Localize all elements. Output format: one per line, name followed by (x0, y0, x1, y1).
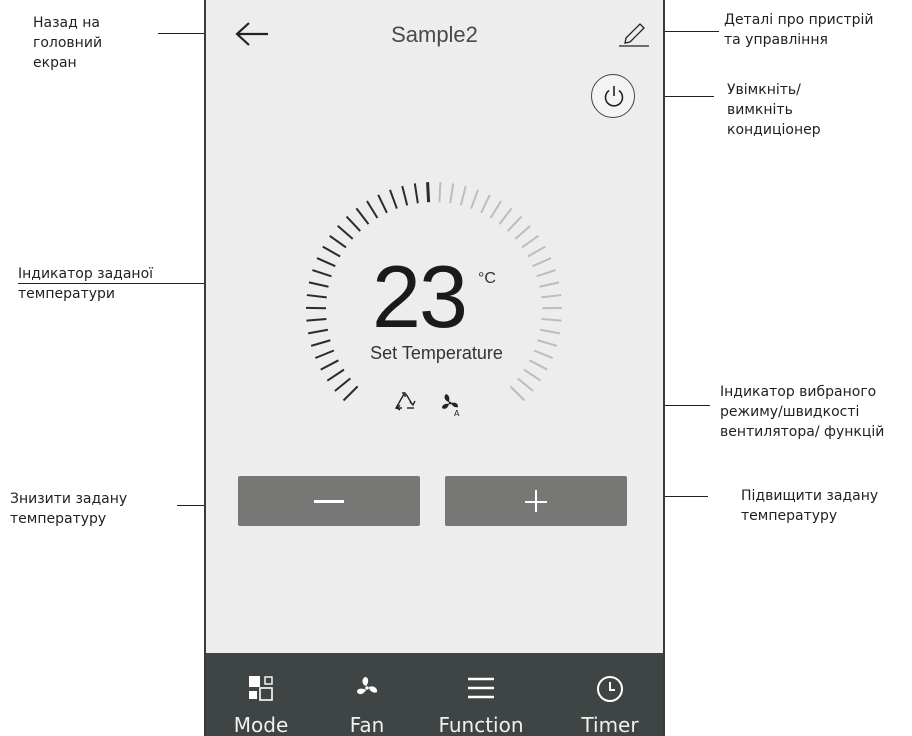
annotation-set-temp: Індикатор заданої температури (18, 266, 154, 302)
svg-text:A: A (454, 409, 460, 418)
dial-tick-inactive (470, 189, 479, 209)
dial-tick-inactive (498, 207, 513, 225)
clock-icon (597, 676, 623, 702)
dial-tick-active (307, 328, 329, 335)
annotation-power: Увімкніть/ вимкніть кондиціонер (727, 82, 821, 138)
dial-tick-inactive (449, 183, 455, 204)
dial-tick-inactive (438, 182, 442, 203)
dial-tick-inactive (532, 257, 552, 268)
tab-fan-label: Fan (349, 713, 385, 736)
dial-tick-inactive (521, 234, 539, 249)
tab-mode[interactable]: Mode (226, 653, 296, 736)
temperature-value: 23 (372, 247, 468, 346)
dial-tick-active (326, 368, 345, 382)
phone-screen: Sample2 23 °C Set Temperature A Mode Fan… (204, 0, 665, 736)
dial-tick-active (308, 281, 329, 288)
dial-tick-inactive (541, 318, 562, 322)
dial-tick-inactive (539, 281, 560, 288)
dial-tick-active (355, 207, 370, 225)
dial-tick-active (389, 189, 398, 209)
minus-icon (314, 500, 344, 503)
dial-tick-inactive (527, 245, 546, 258)
dial-tick-active (413, 183, 419, 204)
dial-tick-inactive (541, 294, 562, 299)
dial-tick-active (342, 385, 359, 402)
dial-tick-inactive (523, 368, 542, 382)
tab-function[interactable]: Function (416, 653, 546, 736)
dial-tick-inactive (536, 269, 556, 278)
mode-indicator: A (394, 392, 460, 418)
dial-tick-inactive (480, 194, 491, 214)
dial-tick-active (336, 224, 354, 240)
tab-timer[interactable]: Timer (575, 653, 645, 736)
temperature-dial[interactable] (206, 0, 665, 450)
tab-fan[interactable]: Fan (332, 653, 402, 736)
dial-tick-active (334, 377, 352, 392)
dial-tick-active (401, 185, 409, 206)
tab-function-label: Function (438, 713, 524, 736)
dial-tick-active (306, 294, 327, 299)
dial-tick-active (322, 245, 341, 258)
dial-tick-active (329, 234, 347, 249)
dial-tick-active (306, 318, 327, 322)
dial-tick-active (377, 194, 388, 214)
menu-icon (468, 677, 494, 699)
dial-tick-active (426, 182, 431, 203)
recycle-mode-icon (394, 392, 416, 411)
tab-timer-label: Timer (581, 713, 639, 736)
dial-tick-inactive (459, 185, 467, 206)
dial-tick-active (312, 269, 332, 278)
decrease-temperature-button[interactable] (238, 476, 420, 526)
dial-tick-inactive (507, 215, 523, 232)
dial-tick-inactive (514, 224, 532, 240)
mode-icon (249, 676, 273, 701)
fan-icon (357, 677, 378, 695)
annotation-decrease: Знизити задану температуру (10, 491, 128, 527)
leader-details (665, 31, 719, 32)
bottom-tab-bar: Mode Fan Function Timer (206, 653, 663, 736)
dial-tick-inactive (539, 328, 561, 335)
annotation-mode-indicator: Індикатор вибраного режиму/швидкості вен… (720, 384, 885, 440)
dial-tick-active (316, 257, 336, 268)
increase-temperature-button[interactable] (445, 476, 627, 526)
annotation-back: Назад на головний екран (33, 15, 103, 71)
dial-tick-inactive (509, 385, 526, 402)
fan-auto-icon: A (442, 394, 460, 418)
tab-mode-label: Mode (233, 713, 289, 736)
annotation-increase: Підвищити задану температуру (741, 488, 879, 524)
dial-tick-inactive (516, 377, 534, 392)
dial-tick-active (345, 215, 361, 232)
set-temperature-label: Set Temperature (370, 343, 503, 363)
annotation-details: Деталі про пристрій та управління (724, 12, 874, 48)
dial-tick-active (366, 200, 379, 219)
dial-tick-inactive (489, 200, 502, 219)
temperature-unit: °C (478, 270, 496, 287)
